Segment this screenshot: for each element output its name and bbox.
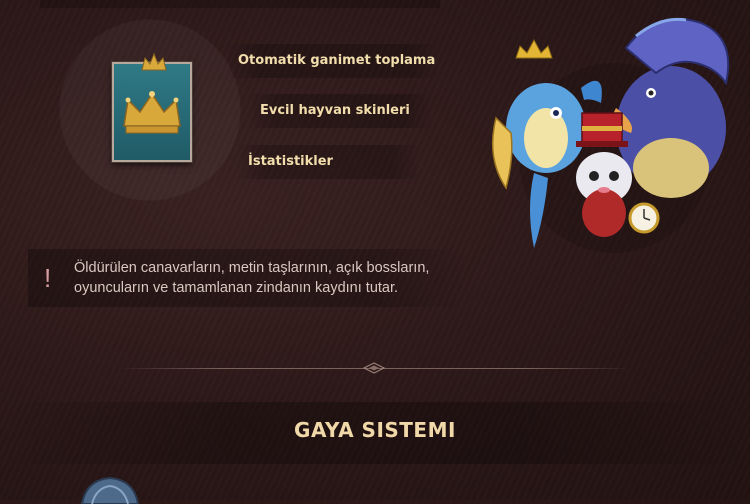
crown-icon: [123, 91, 181, 134]
info-box: ! Öldürülen canavarların, metin taşların…: [28, 249, 468, 307]
section-title: GAYA SISTEMI: [294, 418, 456, 442]
diamond-ornament-icon: [362, 362, 386, 374]
ornament-divider: [120, 362, 630, 374]
top-strip: [40, 0, 440, 8]
small-crown-icon: [141, 52, 167, 71]
feature-statistics: İstatistikler: [236, 145, 420, 179]
feature-pet-skins: Evcil hayvan skinleri: [248, 94, 432, 128]
crown-badge: [112, 52, 196, 164]
info-text: Öldürülen canavarların, metin taşlarının…: [74, 260, 430, 296]
pet-group-illustration: [491, 17, 730, 253]
exclamation-icon: !: [44, 263, 52, 293]
feature-auto-loot: Otomatik ganimet toplama: [226, 44, 440, 78]
